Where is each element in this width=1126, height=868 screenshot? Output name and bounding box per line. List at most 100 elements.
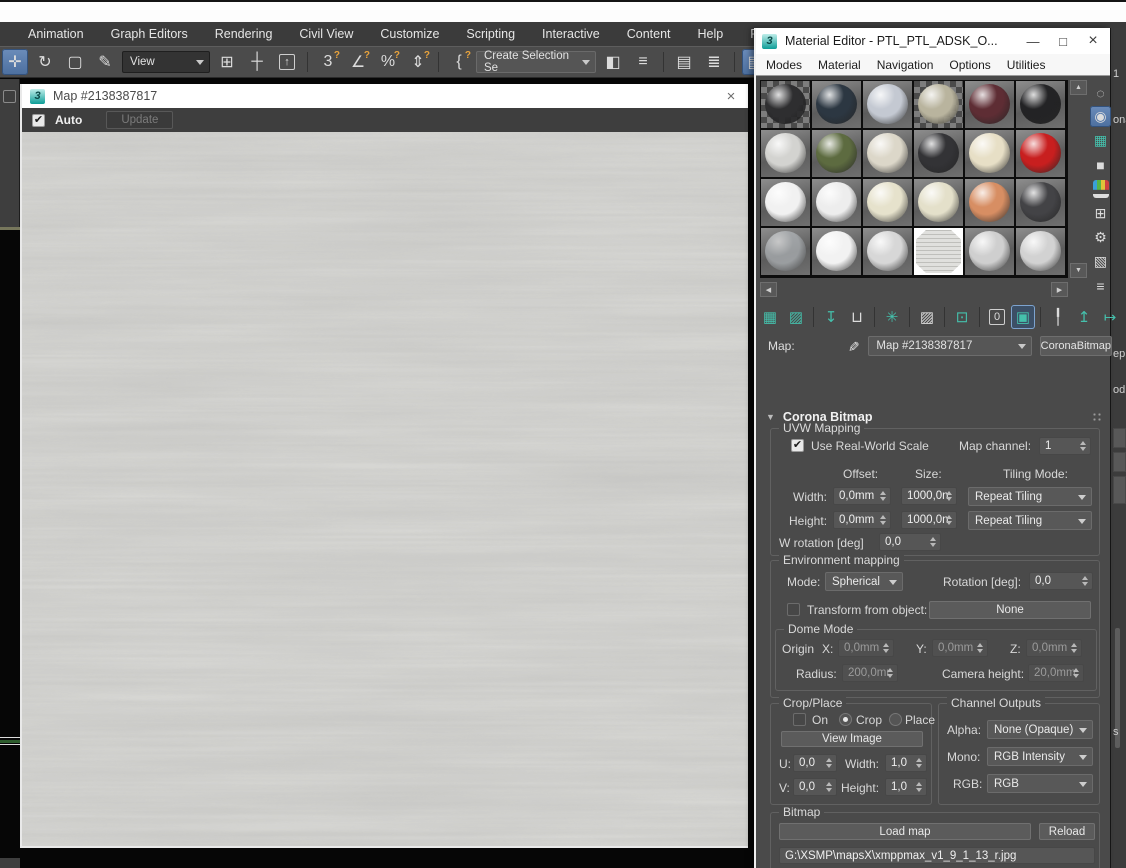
material-slot[interactable]	[863, 228, 912, 275]
put-to-library-icon[interactable]: ⊡	[950, 305, 974, 329]
map-name-dropdown[interactable]: Map #2138387817	[868, 336, 1031, 356]
material-slot[interactable]	[863, 81, 912, 128]
material-slot[interactable]	[761, 130, 810, 177]
show-shaded-material-in-viewport-icon[interactable]: ▣	[1011, 305, 1035, 329]
update-button[interactable]: Update	[106, 111, 173, 129]
reset-map-icon[interactable]: ⊔	[845, 305, 869, 329]
mono-dropdown[interactable]: RGB Intensity	[987, 747, 1093, 766]
window-crossing-icon[interactable]: ⊞	[214, 49, 240, 75]
load-map-button[interactable]: Load map	[779, 823, 1031, 840]
select-object-icon[interactable]: ↑	[274, 49, 300, 75]
background-icon[interactable]: ▦	[1090, 130, 1111, 151]
scroll-left-icon[interactable]: ◀	[760, 282, 777, 297]
sample-type-icon[interactable]: ◌	[1090, 82, 1111, 103]
video-color-check-icon[interactable]	[1093, 180, 1109, 198]
options-icon[interactable]: ⚙	[1090, 227, 1111, 248]
material-slot[interactable]	[812, 81, 861, 128]
put-material-to-scene-icon[interactable]: ▨	[784, 305, 808, 329]
material-slot[interactable]	[1016, 228, 1065, 275]
scroll-up-icon[interactable]: ▲	[1070, 80, 1087, 95]
material-slot[interactable]	[863, 130, 912, 177]
mirror-icon[interactable]: ◧	[600, 49, 626, 75]
sample-uv-tiling-icon[interactable]: ■	[1090, 154, 1111, 175]
height-size-field[interactable]: 1000,0n	[901, 511, 957, 529]
material-slot[interactable]	[761, 179, 810, 226]
make-preview-icon[interactable]: ⊞	[1090, 203, 1111, 224]
close-icon[interactable]: ×	[1082, 32, 1104, 50]
make-unique-icon[interactable]: ▨	[915, 305, 939, 329]
rgb-dropdown[interactable]: RGB	[987, 774, 1093, 793]
select-and-rotate-icon[interactable]: ↻	[32, 49, 58, 75]
alpha-dropdown[interactable]: None (Opaque)	[987, 720, 1093, 739]
crop-height-field[interactable]: 1,0	[885, 778, 927, 796]
material-slot[interactable]	[965, 179, 1014, 226]
crop-width-field[interactable]: 1,0	[885, 754, 927, 772]
reload-button[interactable]: Reload	[1039, 823, 1095, 840]
menu-animation[interactable]: Animation	[28, 27, 84, 41]
percent-snap-icon[interactable]: %?	[375, 49, 401, 75]
me-menu-modes[interactable]: Modes	[766, 58, 802, 72]
menu-help[interactable]: Help	[698, 27, 724, 41]
named-selection-sets-icon[interactable]: {?	[446, 49, 472, 75]
width-tiling-dropdown[interactable]: Repeat Tiling	[968, 487, 1092, 506]
scroll-right-icon[interactable]: ▶	[1051, 282, 1068, 297]
go-forward-to-sibling-icon[interactable]: ↦	[1098, 305, 1122, 329]
align-icon[interactable]: ≡	[630, 49, 656, 75]
material-slot[interactable]	[1016, 130, 1065, 177]
menu-customize[interactable]: Customize	[380, 27, 439, 41]
menu-rendering[interactable]: Rendering	[215, 27, 273, 41]
me-menu-options[interactable]: Options	[949, 58, 990, 72]
material-slot[interactable]	[863, 179, 912, 226]
show-end-result-icon[interactable]: ╿	[1046, 305, 1070, 329]
material-id-channel-icon[interactable]: 0	[985, 305, 1009, 329]
use-real-world-scale-checkbox[interactable]: ✔	[791, 439, 804, 452]
material-slot[interactable]	[965, 228, 1014, 275]
transform-from-object-checkbox[interactable]	[787, 603, 800, 616]
crop-on-checkbox[interactable]	[793, 713, 806, 726]
crop-u-field[interactable]: 0,0	[793, 754, 837, 772]
scroll-down-icon[interactable]: ▼	[1070, 263, 1087, 278]
origin-y-field[interactable]: 0,0mm	[932, 639, 988, 657]
transform-object-none-button[interactable]: None	[929, 601, 1091, 619]
radius-field[interactable]: 200,0mr	[842, 664, 898, 682]
camera-height-field[interactable]: 20,0mm	[1028, 664, 1084, 682]
rollout-drag-handle-icon[interactable]	[1092, 412, 1102, 422]
view-image-button[interactable]: View Image	[781, 731, 923, 747]
menu-civil-view[interactable]: Civil View	[299, 27, 353, 41]
select-and-move-icon[interactable]: ✛	[2, 49, 28, 75]
manage-layers-icon[interactable]: ≣	[701, 49, 727, 75]
map-channel-field[interactable]: 1	[1039, 437, 1091, 455]
me-menu-navigation[interactable]: Navigation	[877, 58, 934, 72]
material-slot[interactable]	[965, 130, 1014, 177]
material-slot[interactable]	[1016, 81, 1065, 128]
assign-material-to-selection-icon[interactable]: ↧	[819, 305, 843, 329]
height-offset-field[interactable]: 0,0mm	[833, 511, 891, 529]
get-material-icon[interactable]: ▦	[758, 305, 782, 329]
crop-radio[interactable]	[839, 713, 852, 726]
material-slot[interactable]	[812, 130, 861, 177]
material-slot[interactable]	[914, 81, 963, 128]
origin-x-field[interactable]: 0,0mm	[838, 639, 894, 657]
w-rotation-field[interactable]: 0,0	[879, 533, 941, 551]
map-window-titlebar[interactable]: 3 Map #2138387817 ×	[22, 84, 748, 108]
angle-snap-icon[interactable]: ∠?	[345, 49, 371, 75]
auto-checkbox[interactable]: ✔	[32, 114, 45, 127]
backlight-icon[interactable]: ◉	[1090, 106, 1111, 127]
go-to-parent-icon[interactable]: ↥	[1072, 305, 1096, 329]
material-slot[interactable]	[812, 228, 861, 275]
material-slot[interactable]	[812, 179, 861, 226]
select-by-material-icon[interactable]: ▧	[1090, 251, 1111, 272]
crop-v-field[interactable]: 0,0	[793, 778, 837, 796]
material-slot[interactable]	[914, 179, 963, 226]
me-menu-material[interactable]: Material	[818, 58, 861, 72]
menu-graph-editors[interactable]: Graph Editors	[111, 27, 188, 41]
rotation-field[interactable]: 0,0	[1029, 572, 1093, 590]
material-slot[interactable]	[761, 81, 810, 128]
close-icon[interactable]: ×	[722, 88, 740, 105]
width-offset-field[interactable]: 0,0mm	[833, 487, 891, 505]
spinner-snap-icon[interactable]: ⇕?	[405, 49, 431, 75]
pick-material-eyedropper-icon[interactable]: ✎	[844, 340, 861, 352]
origin-z-field[interactable]: 0,0mm	[1026, 639, 1082, 657]
material-slot[interactable]	[965, 81, 1014, 128]
menu-interactive[interactable]: Interactive	[542, 27, 600, 41]
